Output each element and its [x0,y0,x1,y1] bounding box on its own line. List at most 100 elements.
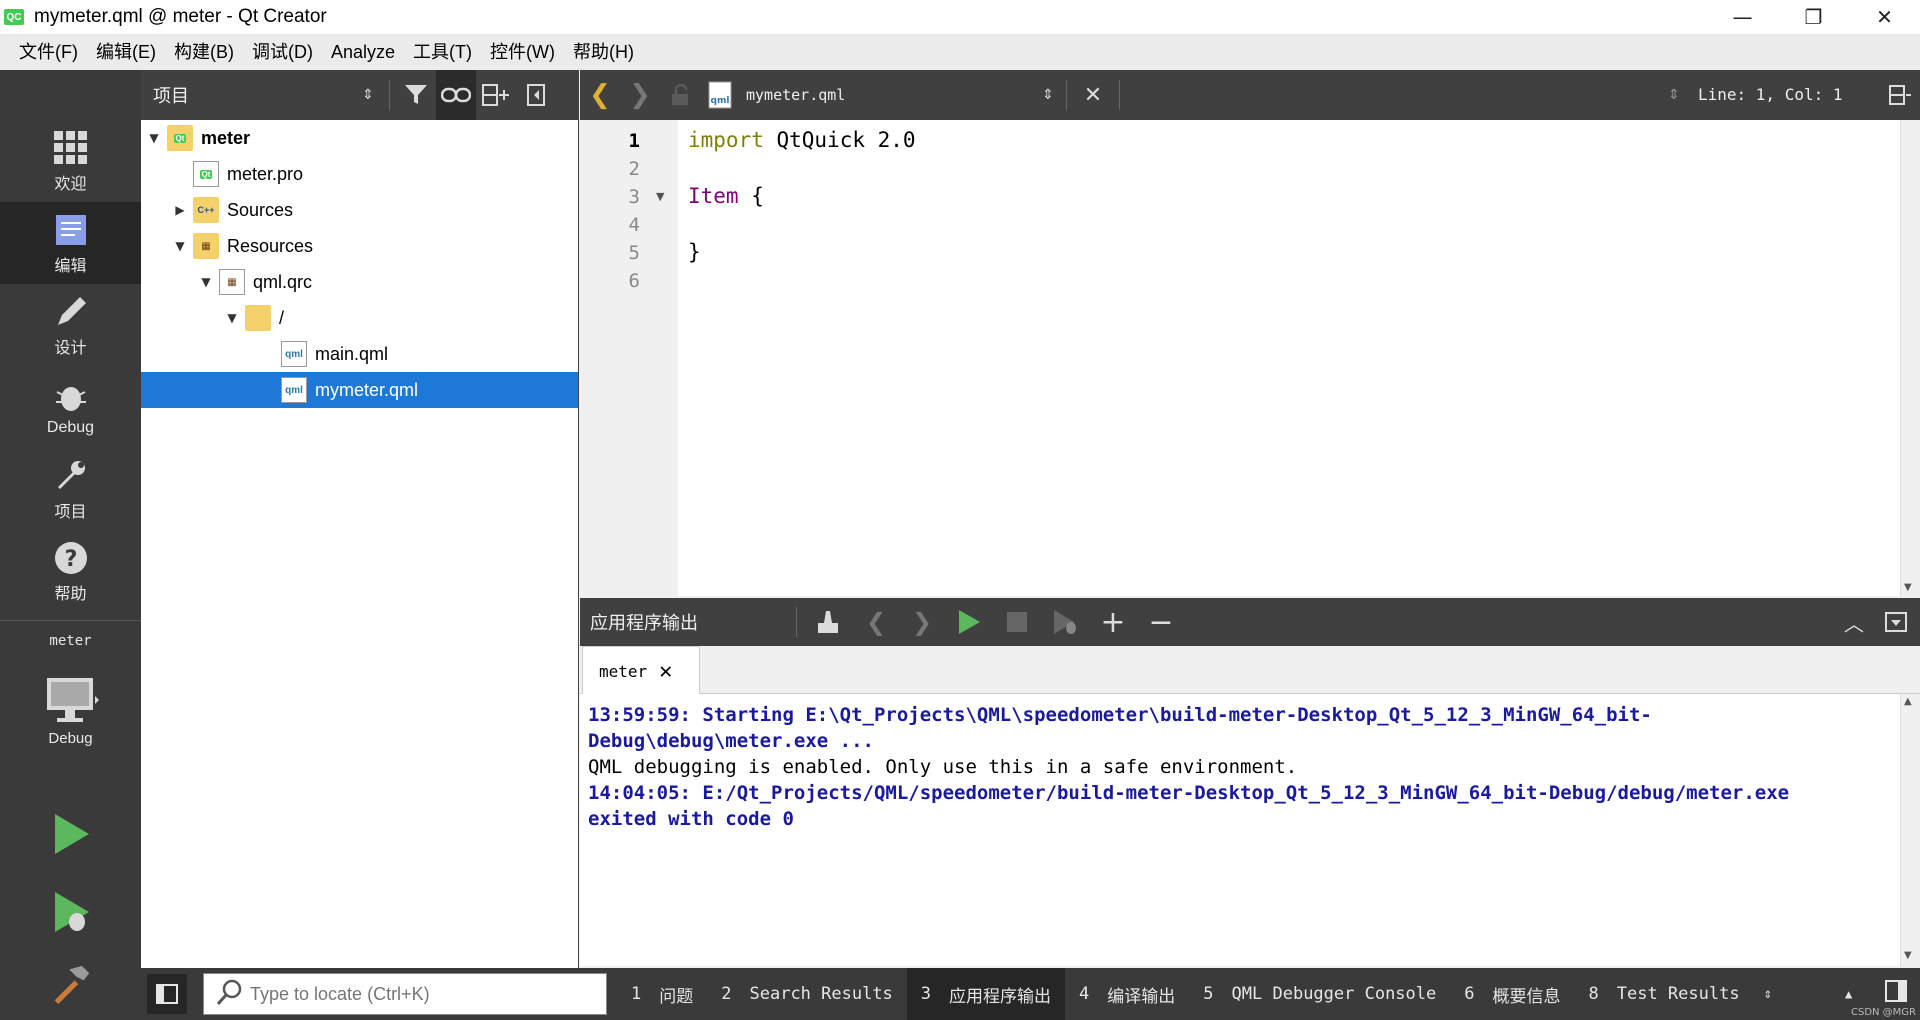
kit-selector[interactable]: Debug [0,660,141,760]
expand-arrow-icon[interactable]: ▶ [173,203,187,217]
tree-item-qml-qrc[interactable]: ▼ ▦ qml.qrc [141,264,578,300]
menu-file[interactable]: 文件(F) [10,34,87,70]
debug-run-button[interactable] [0,878,141,948]
grid-icon [51,128,91,168]
next-item-icon[interactable]: ❯ [899,597,945,647]
menu-tools[interactable]: 工具(T) [404,34,481,70]
prev-item-icon[interactable]: ❮ [853,597,899,647]
minimize-button[interactable]: — [1707,0,1778,34]
qml-file-icon: qml [700,70,740,120]
link-sync-icon[interactable] [436,70,476,120]
menu-window[interactable]: 控件(W) [481,34,564,70]
mode-welcome[interactable]: 欢迎 [0,120,141,202]
locator-box[interactable] [203,973,607,1015]
pane-button-issues[interactable]: 1 问题 [617,968,707,1020]
back-arrow-icon[interactable]: ❮ [580,70,620,120]
scroll-down-arrow-icon[interactable]: ▼ [1904,950,1912,961]
mode-projects[interactable]: 项目 [0,448,141,530]
restore-button[interactable]: ❐ [1778,0,1849,34]
run-button[interactable] [0,800,141,870]
pane-button-compile-output[interactable]: 4 编译输出 [1065,968,1189,1020]
collapse-arrow-icon[interactable]: ▼ [147,131,161,145]
editor-scrollbar[interactable]: ▼ [1900,120,1920,596]
keyword-import: import [688,128,764,152]
clear-output-icon[interactable] [803,597,853,647]
line-number: 5 [628,242,640,264]
pane-label: 编译输出 [1107,986,1176,1007]
combo-updown-icon[interactable]: ⇕ [353,70,383,120]
mode-projects-label: 项目 [54,504,87,521]
view-combo[interactable]: 项目 [153,82,353,108]
filter-icon[interactable] [396,70,436,120]
right-sidebar-toggle-icon[interactable] [1885,980,1907,1007]
output-scrollbar[interactable]: ▲ ▼ [1900,694,1920,966]
more-panes-updown-icon[interactable]: ⇕ [1754,968,1782,1020]
pane-label: Search Results [749,984,893,1004]
output-tab-meter[interactable]: meter ✕ [582,646,700,695]
output-tab-label: meter [599,661,648,681]
pane-button-qml-debugger-console[interactable]: 5 QML Debugger Console [1189,968,1450,1020]
tree-item-meter[interactable]: ▼ Qt meter [141,120,578,156]
scroll-up-arrow-icon[interactable]: ▲ [1904,696,1912,707]
maximize-pane-icon[interactable]: ︿ [1834,597,1874,647]
open-file-combo[interactable]: mymeter.qml [746,86,1036,104]
application-output-text[interactable]: 13:59:59: Starting E:\Qt_Projects\QML\sp… [580,694,1900,966]
menu-help[interactable]: 帮助(H) [564,34,643,70]
scroll-down-arrow-icon[interactable]: ▼ [1904,582,1912,593]
mode-design[interactable]: 设计 [0,284,141,366]
line-number: 2 [628,158,640,180]
tree-item-sources[interactable]: ▶ C++ Sources [141,192,578,228]
pane-number: 8 [1588,984,1599,1004]
cursor-position[interactable]: Line: 1, Col: 1 [1698,70,1843,120]
pane-button-general-messages[interactable]: 6 概要信息 [1450,968,1574,1020]
zoom-in-icon[interactable]: + [1089,597,1137,647]
toggle-sidebar-button[interactable] [147,974,187,1014]
menu-edit[interactable]: 编辑(E) [87,34,165,70]
tree-item-resources[interactable]: ▼ ▦ Resources [141,228,578,264]
pane-button-application-output[interactable]: 3 应用程序输出 [906,968,1066,1020]
locator-input[interactable] [250,983,590,1005]
split-editor-icon[interactable] [1880,70,1920,120]
edit-document-icon [51,210,91,250]
close-pane-icon[interactable] [1876,597,1916,647]
mode-debug[interactable]: Debug [0,366,141,448]
collapse-arrow-icon[interactable]: ▼ [225,311,239,325]
pane-number: 6 [1464,984,1475,1004]
lock-icon[interactable] [660,70,700,120]
attach-debugger-icon[interactable] [1041,597,1089,647]
mode-debug-label: Debug [46,419,95,436]
build-button[interactable] [0,950,141,1020]
close-sidebar-icon[interactable] [516,70,556,120]
menu-debug[interactable]: 调试(D) [243,34,322,70]
tree-item-root-prefix[interactable]: ▼ / [141,300,578,336]
menu-analyze[interactable]: Analyze [322,34,404,70]
toolbar-separator [796,607,797,637]
close-tab-icon[interactable]: ✕ [659,659,672,684]
symbol-updown-icon[interactable]: ⇕ [1662,70,1686,120]
collapse-arrow-icon[interactable]: ▼ [173,239,187,253]
pane-button-test-results[interactable]: 8 Test Results [1575,968,1754,1020]
tree-item-mymeter-qml[interactable]: qml mymeter.qml [141,372,578,408]
tree-item-label: meter.pro [227,163,304,184]
rerun-play-icon[interactable] [945,597,993,647]
tree-item-label: Sources [227,199,294,220]
tree-item-meter-pro[interactable]: Qt meter.pro [141,156,578,192]
file-combo-updown-icon[interactable]: ⇕ [1036,70,1060,120]
pane-button-search-results[interactable]: 2 Search Results [707,968,907,1020]
code-editor[interactable]: import QtQuick 2.0 Item { } [678,120,1900,596]
mode-help[interactable]: ? 帮助 [0,530,141,612]
qml-file-icon: qml [281,377,307,403]
collapse-arrow-icon[interactable]: ▼ [199,275,213,289]
code-text: { [738,184,764,208]
line-number: 4 [628,214,640,236]
zoom-out-icon[interactable]: − [1137,597,1185,647]
fold-arrow-icon[interactable]: ▼ [656,190,664,203]
close-window-button[interactable]: ✕ [1849,0,1920,34]
stop-icon[interactable] [993,597,1041,647]
tree-item-main-qml[interactable]: qml main.qml [141,336,578,372]
mode-edit[interactable]: 编辑 [0,202,141,284]
menu-build[interactable]: 构建(B) [165,34,243,70]
close-document-icon[interactable]: ✕ [1073,70,1113,120]
split-add-icon[interactable] [476,70,516,120]
forward-arrow-icon[interactable]: ❯ [620,70,660,120]
